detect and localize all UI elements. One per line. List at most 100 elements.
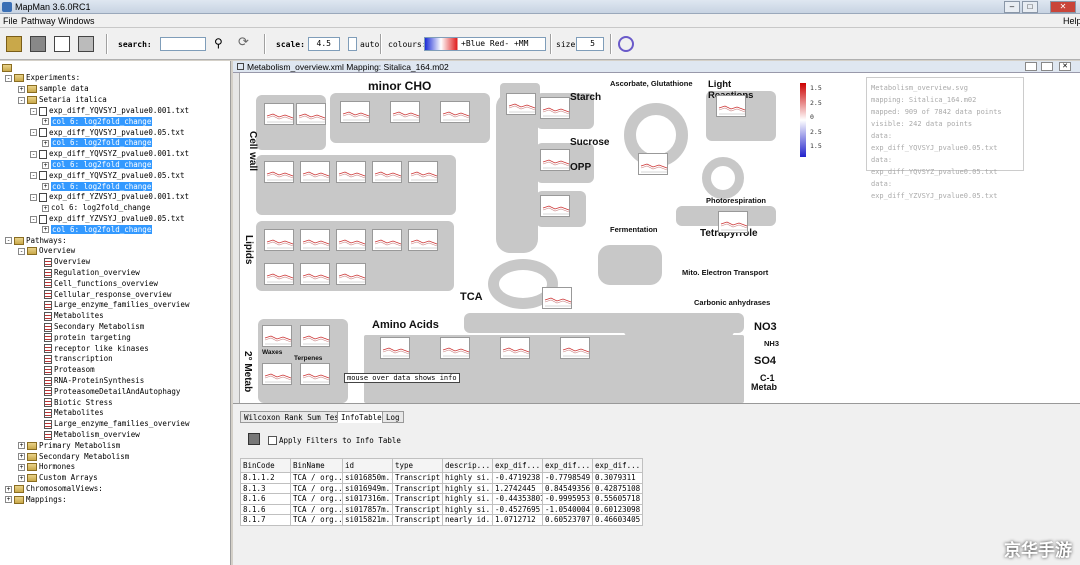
bin-expression-panel[interactable] [336, 229, 366, 251]
experiments-tree[interactable]: - Experiments: + sample data - Setaria ital… [0, 61, 231, 565]
bin-expression-panel[interactable] [372, 161, 402, 183]
bin-expression-panel[interactable] [540, 97, 570, 119]
tree-column[interactable]: + col 6: log2fold_change [42, 159, 153, 170]
tree-pathway-item[interactable]: protein targeting [44, 332, 131, 343]
tree-column[interactable]: + col 6: log2fold_change [42, 181, 153, 192]
bin-expression-panel[interactable] [336, 263, 366, 285]
bin-expression-panel[interactable] [340, 101, 370, 123]
bin-expression-panel[interactable] [380, 337, 410, 359]
tree-column[interactable]: + col 6: log2fold_change [42, 137, 153, 148]
bin-expression-panel[interactable] [264, 161, 294, 183]
info-icon[interactable] [618, 36, 634, 52]
bin-expression-panel[interactable] [264, 103, 294, 125]
column-header[interactable]: exp_dif... [542, 458, 593, 473]
tab-log[interactable]: Log [382, 411, 404, 423]
save-table-icon[interactable] [248, 433, 260, 445]
tree-folder[interactable]: + Primary Metabolism [18, 440, 120, 451]
bin-expression-panel[interactable] [716, 95, 746, 117]
tree-pathway-item[interactable]: Proteasom [44, 364, 95, 375]
tree-pathway-item[interactable]: transcription [44, 353, 113, 364]
bin-expression-panel[interactable] [300, 263, 330, 285]
tree-file-4[interactable]: - exp_diff_YZVSYJ_pvalue0.001.txt [30, 191, 189, 202]
bin-expression-panel[interactable] [408, 229, 438, 251]
tree-column[interactable]: + col 6: log2fold_change [42, 202, 150, 213]
tree-pathway-item[interactable]: Large_enzyme_families_overview [44, 418, 189, 429]
tree-file-5[interactable]: - exp_diff_YZVSYJ_pvalue0.05.txt [30, 213, 184, 224]
print-icon[interactable] [78, 36, 94, 52]
bin-expression-panel[interactable] [264, 263, 294, 285]
pane-minimize-button[interactable] [1025, 62, 1037, 71]
column-header[interactable]: BinName [290, 458, 343, 473]
bin-expression-panel[interactable] [408, 161, 438, 183]
bin-expression-panel[interactable] [500, 337, 530, 359]
table-row[interactable]: 8.1.6TCA / org...si017316m...Transcripth… [240, 493, 643, 505]
refresh-icon[interactable]: ⟳ [238, 36, 254, 52]
open-folder-icon[interactable] [6, 36, 22, 52]
table-row[interactable]: 8.1.6TCA / org...si017857m...Transcripth… [240, 503, 643, 515]
column-header[interactable]: BinCode [240, 458, 291, 473]
bin-expression-panel[interactable] [262, 325, 292, 347]
bin-expression-panel[interactable] [440, 101, 470, 123]
maximize-button[interactable]: □ [1022, 1, 1038, 13]
pane-maximize-button[interactable] [1041, 62, 1053, 71]
bin-expression-panel[interactable] [638, 153, 668, 175]
bin-expression-panel[interactable] [540, 195, 570, 217]
info-table[interactable]: BinCode BinName id type descrip... exp_dif...… [240, 458, 643, 526]
tree-pathway-item[interactable]: ProteasomeDetailAndAutophagy [44, 386, 180, 397]
tree-folder[interactable]: + Hormones [18, 461, 75, 472]
search-input[interactable] [160, 37, 206, 51]
menu-pathway[interactable]: Pathway [21, 14, 56, 28]
bin-expression-panel[interactable] [390, 101, 420, 123]
pane-close-button[interactable]: ✕ [1059, 62, 1071, 71]
bin-expression-panel[interactable] [336, 161, 366, 183]
bin-expression-panel[interactable] [718, 211, 748, 233]
size-stepper[interactable]: 5 [576, 37, 604, 51]
tree-file-0[interactable]: - exp_diff_YQVSYJ_pvalue0.001.txt [30, 105, 189, 116]
tree-column[interactable]: + col 6: log2fold_change [42, 224, 153, 235]
tree-pathway-item[interactable]: RNA-ProteinSynthesis [44, 375, 144, 386]
tab-infotable[interactable]: InfoTable [337, 411, 386, 423]
column-header[interactable]: exp_dif... [592, 458, 643, 473]
tree-pathways[interactable]: - Pathways: [5, 235, 67, 246]
scale-stepper[interactable]: 4.5 [308, 37, 340, 51]
tree-pathway-item[interactable]: Overview [44, 256, 90, 267]
table-row[interactable]: 8.1.3TCA / org...si016949m...Transcripth… [240, 482, 643, 494]
bin-expression-panel[interactable] [300, 363, 330, 385]
tree-file-2[interactable]: - exp_diff_YQVSYZ_pvalue0.001.txt [30, 148, 189, 159]
bin-expression-panel[interactable] [542, 287, 572, 309]
bin-expression-panel[interactable] [264, 229, 294, 251]
menu-help[interactable]: Help [1063, 14, 1080, 28]
tree-overview-folder[interactable]: - Overview [18, 245, 75, 256]
tree-pathway-item[interactable]: Cell_functions_overview [44, 278, 158, 289]
tree-mappings[interactable]: + Mappings: [5, 494, 67, 505]
tree-chromosomal[interactable]: + ChromosomalViews: [5, 483, 103, 494]
column-header[interactable]: type [392, 458, 443, 473]
tab-wilcoxon[interactable]: Wilcoxon Rank Sum Test [240, 411, 348, 423]
table-row[interactable]: 8.1.1.2TCA / org...si016850m...Transcrip… [240, 472, 643, 484]
bin-expression-panel[interactable] [262, 363, 292, 385]
pin-icon[interactable] [237, 63, 244, 70]
tree-pathway-item[interactable]: receptor like kinases [44, 343, 149, 354]
menu-file[interactable]: File [3, 14, 18, 28]
tree-experiments[interactable]: - Experiments: [5, 72, 80, 83]
tree-pathway-item[interactable]: Metabolites [44, 407, 104, 418]
bin-expression-panel[interactable] [300, 325, 330, 347]
bin-expression-panel[interactable] [506, 93, 536, 115]
bin-expression-panel[interactable] [440, 337, 470, 359]
bin-expression-panel[interactable] [560, 337, 590, 359]
auto-checkbox[interactable] [348, 37, 357, 51]
tree-pathway-item[interactable]: Biotic Stress [44, 397, 113, 408]
tree-pathway-item[interactable]: Cellular_response_overview [44, 289, 171, 300]
bin-expression-panel[interactable] [296, 103, 326, 125]
tree-setaria[interactable]: - Setaria italica [18, 94, 107, 105]
tree-pathway-item[interactable]: Regulation_overview [44, 267, 140, 278]
edit-icon[interactable] [54, 36, 70, 52]
tree-pathway-item[interactable]: Secondary Metabolism [44, 321, 144, 332]
bin-expression-panel[interactable] [540, 149, 570, 171]
tree-column[interactable]: + col 6: log2fold_change [42, 116, 153, 127]
tree-file-3[interactable]: - exp_diff_YQVSYZ_pvalue0.05.txt [30, 170, 184, 181]
tree-pathway-item[interactable]: Large_enzyme_families_overview [44, 299, 189, 310]
tree-pathway-item[interactable]: Metabolites [44, 310, 104, 321]
tree-sample-data[interactable]: + sample data [18, 83, 89, 94]
table-row[interactable]: 8.1.7TCA / org...si015821m...Transcriptn… [240, 514, 643, 526]
